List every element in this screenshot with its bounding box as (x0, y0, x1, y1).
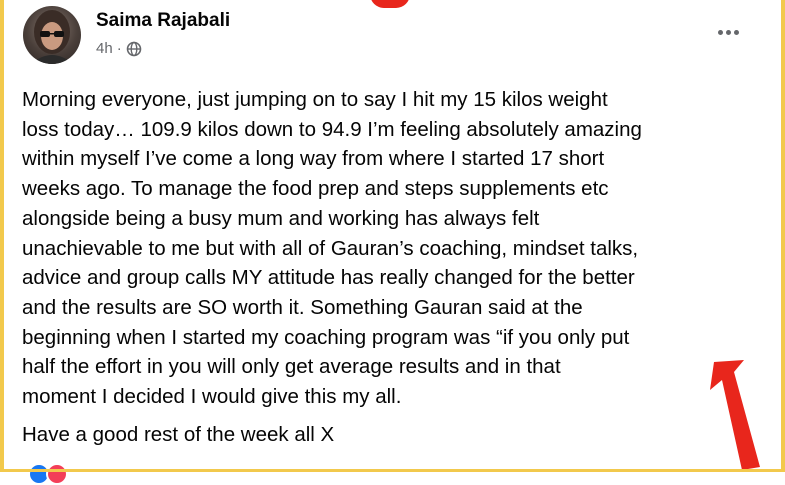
post-meta: 4h · (96, 40, 142, 57)
more-dot (717, 29, 723, 35)
more-dot (725, 29, 731, 35)
post-body: Morning everyone, just jumping on to say… (22, 88, 642, 409)
post-timestamp[interactable]: 4h (96, 40, 113, 57)
meta-separator: · (116, 40, 122, 57)
author-avatar[interactable] (23, 6, 81, 64)
more-dot (733, 29, 739, 35)
post-closing-line: Have a good rest of the week all X (22, 423, 335, 446)
more-horizontal-icon[interactable] (710, 20, 746, 44)
facebook-post: Saima Rajabali 4h · Morning everyone, ju… (4, 0, 781, 485)
globe-icon[interactable] (126, 41, 142, 57)
author-name[interactable]: Saima Rajabali (96, 10, 230, 32)
reaction-icons[interactable] (28, 463, 68, 485)
love-reaction-icon (46, 463, 68, 485)
annotation-arrow-icon (710, 360, 760, 470)
